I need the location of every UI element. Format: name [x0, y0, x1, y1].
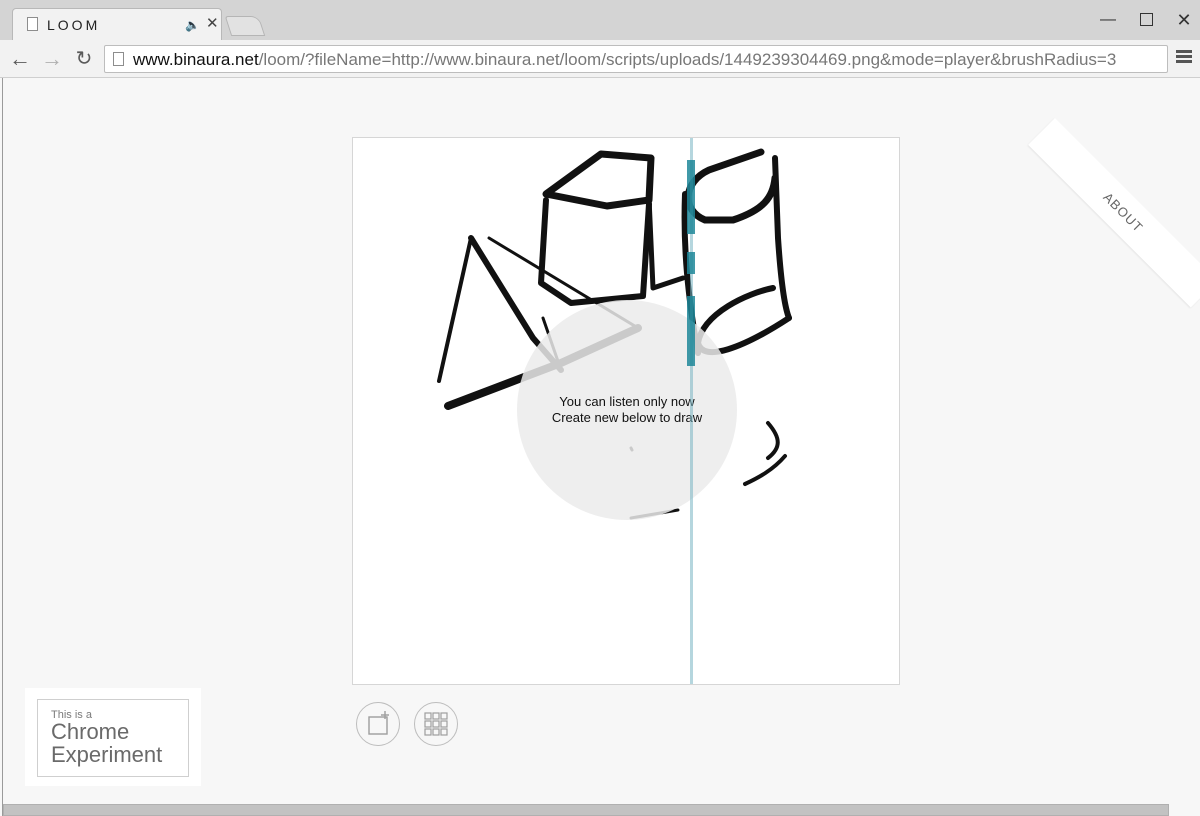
browser-toolbar: ← → ↻ www.binaura.net/loom/?fileName=htt…: [0, 40, 1200, 78]
new-canvas-icon: [368, 711, 389, 735]
playhead-hit-marker: [687, 252, 695, 274]
url-path: /loom/?fileName=http://www.binaura.net/l…: [258, 50, 1117, 69]
scribble-stroke: [743, 454, 787, 486]
arrow-right-icon[interactable]: →: [39, 46, 65, 72]
chrome-experiment-badge: This is a Chrome Experiment: [25, 688, 201, 786]
close-icon[interactable]: ✕: [206, 16, 219, 32]
drawing-canvas[interactable]: You can listen only now Create new below…: [352, 137, 900, 685]
address-bar[interactable]: www.binaura.net/loom/?fileName=http://ww…: [104, 45, 1168, 73]
new-drawing-button[interactable]: [356, 702, 400, 746]
browser-tab[interactable]: LOOM 🔈 ✕: [12, 8, 222, 40]
arrow-left-icon[interactable]: ←: [7, 46, 33, 72]
chrome-experiment-line-2: Experiment: [51, 742, 163, 767]
triangle-stroke: [437, 236, 473, 383]
playhead-hit-marker: [687, 296, 695, 366]
minimize-icon[interactable]: —: [1096, 8, 1120, 32]
chrome-experiment-title: Chrome Experiment: [51, 720, 162, 766]
tab-title: LOOM: [47, 17, 101, 33]
about-link[interactable]: ABOUT: [1028, 118, 1200, 308]
scribble-stroke: [766, 421, 780, 460]
cube-stroke: [646, 195, 686, 291]
speaker-icon[interactable]: 🔈: [185, 17, 200, 33]
chrome-experiment-line-1: Chrome: [51, 719, 130, 744]
chrome-experiment-link[interactable]: This is a Chrome Experiment: [37, 699, 189, 777]
new-tab-button[interactable]: [224, 16, 266, 36]
about-ribbon[interactable]: ABOUT: [1028, 118, 1200, 308]
gallery-button[interactable]: [414, 702, 458, 746]
cube-stroke: [538, 197, 652, 306]
hamburger-menu-icon[interactable]: [1174, 48, 1194, 68]
reload-icon[interactable]: ↻: [71, 46, 97, 72]
cylinder-stroke: [772, 155, 792, 321]
address-url: www.binaura.net/loom/?fileName=http://ww…: [133, 50, 1116, 70]
listen-only-message: You can listen only now Create new below…: [517, 394, 737, 426]
horizontal-scrollbar[interactable]: [3, 804, 1169, 816]
playhead[interactable]: [687, 138, 695, 684]
maximize-icon[interactable]: [1134, 8, 1158, 32]
listen-only-line-2: Create new below to draw: [551, 410, 703, 425]
url-host: www.binaura.net: [133, 50, 259, 69]
browser-titlebar: LOOM 🔈 ✕ — ✕: [0, 0, 1200, 40]
listen-only-overlay: You can listen only now Create new below…: [517, 300, 737, 520]
cube-stroke: [542, 150, 655, 210]
page-icon: [27, 17, 38, 31]
window-close-icon[interactable]: ✕: [1172, 8, 1196, 32]
page-icon: [113, 52, 124, 66]
grid-icon: [424, 712, 448, 736]
cylinder-stroke: [684, 148, 779, 224]
listen-only-line-1: You can listen only now: [559, 394, 695, 409]
playhead-hit-marker: [687, 160, 695, 234]
page-content: ABOUT You can listen only now Create new…: [2, 78, 1200, 816]
